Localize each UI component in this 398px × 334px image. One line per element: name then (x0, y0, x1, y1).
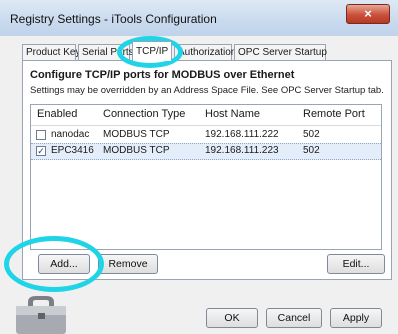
close-button[interactable]: × (346, 4, 390, 24)
ports-list[interactable]: Enabled Connection Type Host Name Remote… (30, 104, 382, 250)
remote-port-cell: 502 (303, 145, 320, 156)
table-row[interactable]: ✓ EPC3416 MODBUS TCP 192.168.111.223 502 (31, 143, 381, 160)
title-bar: Registry Settings - iTools Configuration… (0, 0, 398, 36)
tab-opc-server-startup[interactable]: OPC Server Startup (234, 44, 327, 60)
device-name: nanodac (51, 129, 90, 140)
list-header: Enabled Connection Type Host Name Remote… (31, 105, 381, 126)
apply-button[interactable]: Apply (330, 308, 382, 328)
host-name-cell: 192.168.111.222 (205, 129, 279, 140)
tab-tcp-ip[interactable]: TCP/IP (132, 41, 172, 61)
remote-port-cell: 502 (303, 129, 320, 140)
panel-note: Settings may be overridden by an Address… (30, 85, 384, 96)
column-header-enabled[interactable]: Enabled (37, 108, 77, 120)
tcp-ip-panel: Configure TCP/IP ports for MODBUS over E… (22, 60, 392, 280)
panel-heading: Configure TCP/IP ports for MODBUS over E… (30, 69, 295, 81)
cancel-button[interactable]: Cancel (266, 308, 322, 328)
enabled-checkbox[interactable]: ✓ (36, 146, 46, 156)
connection-type-cell: MODBUS TCP (103, 129, 170, 140)
toolbox-icon (16, 296, 66, 334)
add-button[interactable]: Add... (38, 254, 90, 274)
tab-authorization[interactable]: Authorization (174, 44, 236, 60)
column-header-remote-port[interactable]: Remote Port (303, 108, 365, 120)
device-name: EPC3416 (51, 145, 94, 156)
host-name-cell: 192.168.111.223 (205, 145, 279, 156)
tab-serial-ports[interactable]: Serial Ports (78, 44, 134, 60)
connection-type-cell: MODBUS TCP (103, 145, 170, 156)
window-title: Registry Settings - iTools Configuration (10, 12, 217, 26)
ok-button[interactable]: OK (206, 308, 258, 328)
column-header-host-name[interactable]: Host Name (205, 108, 260, 120)
registry-settings-window: Registry Settings - iTools Configuration… (0, 0, 398, 334)
table-row[interactable]: nanodac MODBUS TCP 192.168.111.222 502 (31, 128, 381, 143)
remove-button[interactable]: Remove (98, 254, 158, 274)
tab-product-key[interactable]: Product Key (22, 44, 80, 60)
enabled-checkbox[interactable] (36, 130, 46, 140)
edit-button[interactable]: Edit... (327, 254, 385, 274)
column-header-connection-type[interactable]: Connection Type (103, 108, 185, 120)
